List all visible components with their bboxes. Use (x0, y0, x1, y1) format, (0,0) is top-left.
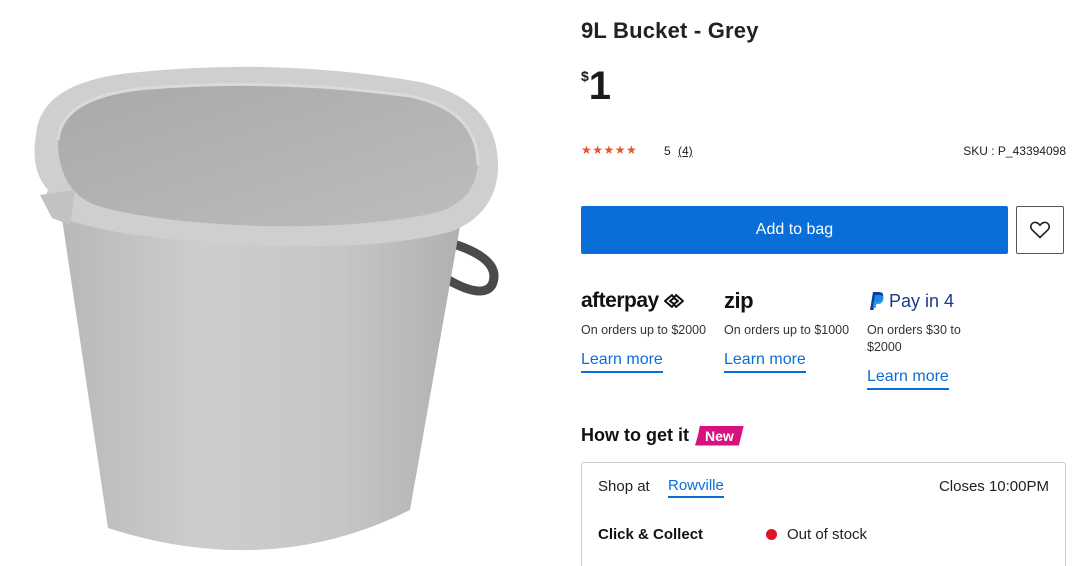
zip-option: zip On orders up to $1000 Learn more (724, 288, 854, 373)
paypal-icon (870, 292, 884, 310)
afterpay-option: afterpay On orders up to $2000 Learn mor… (581, 288, 711, 373)
store-selector-link[interactable]: Rowville (668, 477, 724, 498)
rating-count-link[interactable]: (4) (678, 144, 693, 158)
wishlist-button[interactable] (1016, 206, 1064, 254)
paypal-learn-more-link[interactable]: Learn more (867, 368, 949, 390)
paypal-description: On orders $30 to $2000 (867, 323, 961, 354)
zip-learn-more-link[interactable]: Learn more (724, 351, 806, 373)
zip-logo: zip (724, 288, 754, 313)
price-currency: $ (581, 68, 589, 84)
new-badge: New (694, 425, 744, 446)
price-amount: 1 (588, 64, 612, 108)
afterpay-description: On orders up to $2000 (581, 323, 707, 337)
paypal-option: Pay in 4 On orders $30 to $2000 Learn mo… (867, 288, 997, 390)
rating-value: 5 (664, 144, 671, 158)
rating-row: ★★★★★ 5 (4) SKU : P_43394098 (581, 143, 1066, 159)
afterpay-logo: afterpay (581, 288, 711, 314)
how-to-get-it-heading: How to get it New (581, 425, 744, 446)
click-collect-label: Click & Collect (598, 526, 704, 543)
product-image[interactable] (0, 0, 560, 566)
store-hours: Closes 10:00PM (938, 478, 1049, 495)
rating-stars-icon[interactable]: ★★★★★ (581, 143, 637, 157)
afterpay-learn-more-link[interactable]: Learn more (581, 351, 663, 373)
out-of-stock-dot-icon (766, 529, 777, 540)
afterpay-arrows-icon (663, 294, 684, 308)
shop-at-label: Shop at (598, 478, 650, 495)
heart-icon (1030, 221, 1050, 239)
store-availability-box: Shop at Rowville Closes 10:00PM Click & … (581, 462, 1066, 566)
product-price: $ 1 (581, 66, 611, 106)
product-info-panel: 9L Bucket - Grey $ 1 ★★★★★ 5 (4) SKU : P… (581, 0, 1066, 566)
product-title: 9L Bucket - Grey (581, 18, 759, 43)
sku-label: SKU : P_43394098 (963, 144, 1066, 158)
paypal-logo: Pay in 4 (867, 288, 997, 314)
click-collect-status: Out of stock (766, 526, 867, 543)
bucket-illustration (34, 66, 499, 551)
add-to-bag-button[interactable]: Add to bag (581, 206, 1008, 254)
zip-description: On orders up to $1000 (724, 323, 850, 337)
